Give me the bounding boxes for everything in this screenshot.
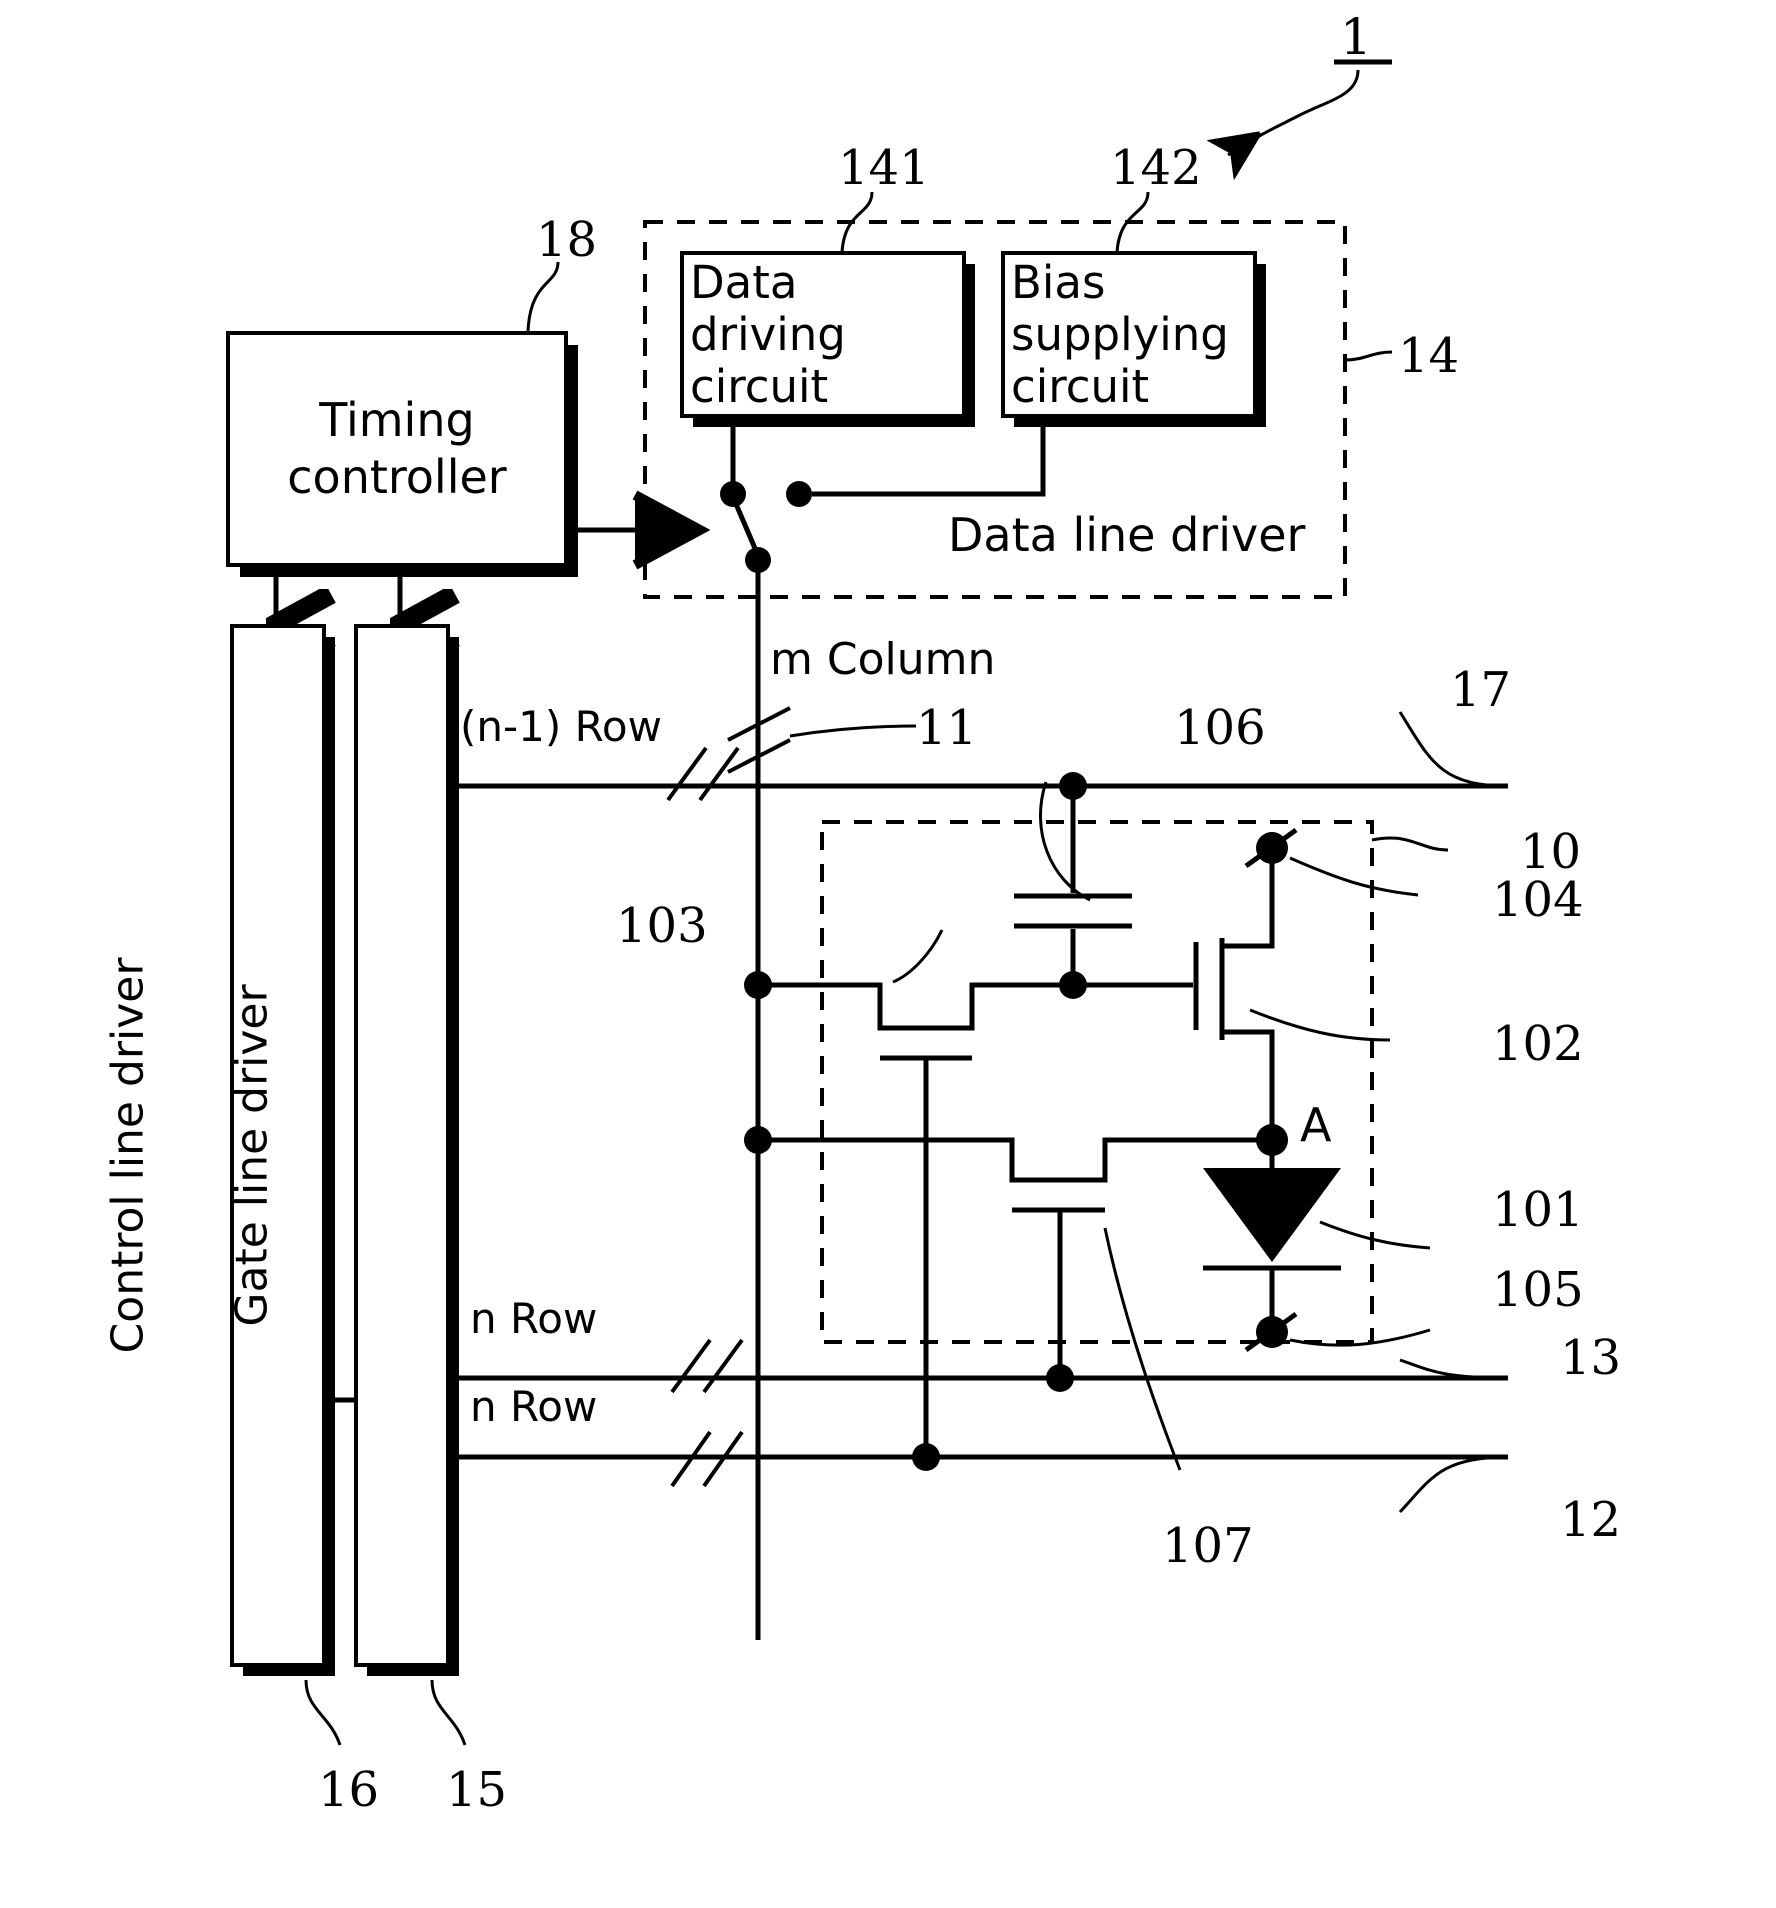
gate-line-driver-label: Gate line driver xyxy=(226,984,278,1327)
timing-controller-label: Timing controller xyxy=(236,392,558,506)
figure-canvas: 1 141 142 14 18 Data driving circuit Bia… xyxy=(0,0,1776,1908)
tft-107-channel-top xyxy=(758,1137,1272,1183)
tft-102-source-lead xyxy=(1222,1029,1275,1140)
control-line-driver-label: Control line driver xyxy=(102,957,154,1354)
row-n-upper-break-slash-1 xyxy=(670,1338,712,1394)
switch-bias-contact-dot xyxy=(786,481,812,507)
ref-103: 103 xyxy=(616,898,708,954)
bias-supplying-circuit-label-l3: circuit xyxy=(1011,360,1150,414)
ref-15: 15 xyxy=(446,1762,508,1818)
timing-controller-label-l2: controller xyxy=(287,450,507,505)
n-row-lower-label: n Row xyxy=(470,1382,598,1431)
control-line-12-junction-dot xyxy=(912,1443,940,1471)
ref-106: 106 xyxy=(1174,700,1266,756)
leader-11 xyxy=(789,724,917,738)
pixel-circuit-dashed-box xyxy=(820,820,1374,1344)
oled-101-triangle xyxy=(1203,1168,1341,1262)
ref-12: 12 xyxy=(1560,1492,1622,1548)
leader-12 xyxy=(1398,1455,1509,1514)
ref-142: 142 xyxy=(1110,140,1202,196)
leader-10 xyxy=(1371,836,1449,852)
figure-ref-1-group xyxy=(1228,59,1392,155)
leader-106 xyxy=(1038,781,1091,902)
n-minus-1-row-label: (n-1) Row xyxy=(460,702,662,751)
ref-13: 13 xyxy=(1560,1330,1622,1386)
leader-17 xyxy=(1398,711,1509,788)
ref-104: 104 xyxy=(1492,872,1584,928)
row-n1-break-slash-2 xyxy=(698,746,740,802)
tft-103-channel-top xyxy=(758,982,1073,1031)
leader-101 xyxy=(1319,1220,1431,1250)
data-driving-circuit-label-l3: circuit xyxy=(690,360,829,414)
data-driving-circuit-label-l2: driving xyxy=(690,308,846,362)
leader-15 xyxy=(430,1679,467,1746)
data-driving-circuit-label: Data driving circuit xyxy=(690,256,958,414)
leader-104 xyxy=(1289,856,1419,897)
data-line-driver-label: Data line driver xyxy=(948,508,1306,562)
ref-102: 102 xyxy=(1492,1016,1584,1072)
timing-controller-label-l1: Timing xyxy=(319,393,475,447)
m-column-label: m Column xyxy=(770,634,996,685)
bias-supplying-circuit-label-l1: Bias xyxy=(1011,256,1106,309)
node-A-label: A xyxy=(1300,1098,1332,1152)
ref-107: 107 xyxy=(1162,1518,1254,1574)
n-row-upper-label: n Row xyxy=(470,1294,598,1343)
leader-16 xyxy=(304,1679,342,1746)
bias-supplying-circuit-label: Bias supplying circuit xyxy=(1011,256,1259,414)
gate-line-driver-block[interactable] xyxy=(354,624,459,1676)
row-n1-break-slash-1 xyxy=(666,746,708,802)
leader-107 xyxy=(1103,1227,1182,1471)
ref-141: 141 xyxy=(838,140,930,196)
leader-13 xyxy=(1399,1358,1509,1380)
row-n-upper-break-slash-2 xyxy=(702,1338,744,1394)
leader-14 xyxy=(1344,350,1393,362)
ref-14: 14 xyxy=(1398,328,1460,384)
ref-105: 105 xyxy=(1492,1262,1584,1318)
ref-18: 18 xyxy=(536,212,598,268)
ref-11: 11 xyxy=(916,700,978,756)
data-driving-circuit-label-l1: Data xyxy=(690,256,798,309)
bias-supplying-output-wire xyxy=(812,427,1046,497)
leader-103 xyxy=(892,929,944,984)
leader-105 xyxy=(1289,1328,1431,1347)
ref-16: 16 xyxy=(318,1762,380,1818)
figure-ref-1: 1 xyxy=(1340,8,1372,66)
leader-18 xyxy=(526,261,560,333)
ref-17: 17 xyxy=(1450,662,1512,718)
bias-supplying-circuit-label-l2: supplying xyxy=(1011,308,1229,362)
ref-101: 101 xyxy=(1492,1182,1584,1238)
